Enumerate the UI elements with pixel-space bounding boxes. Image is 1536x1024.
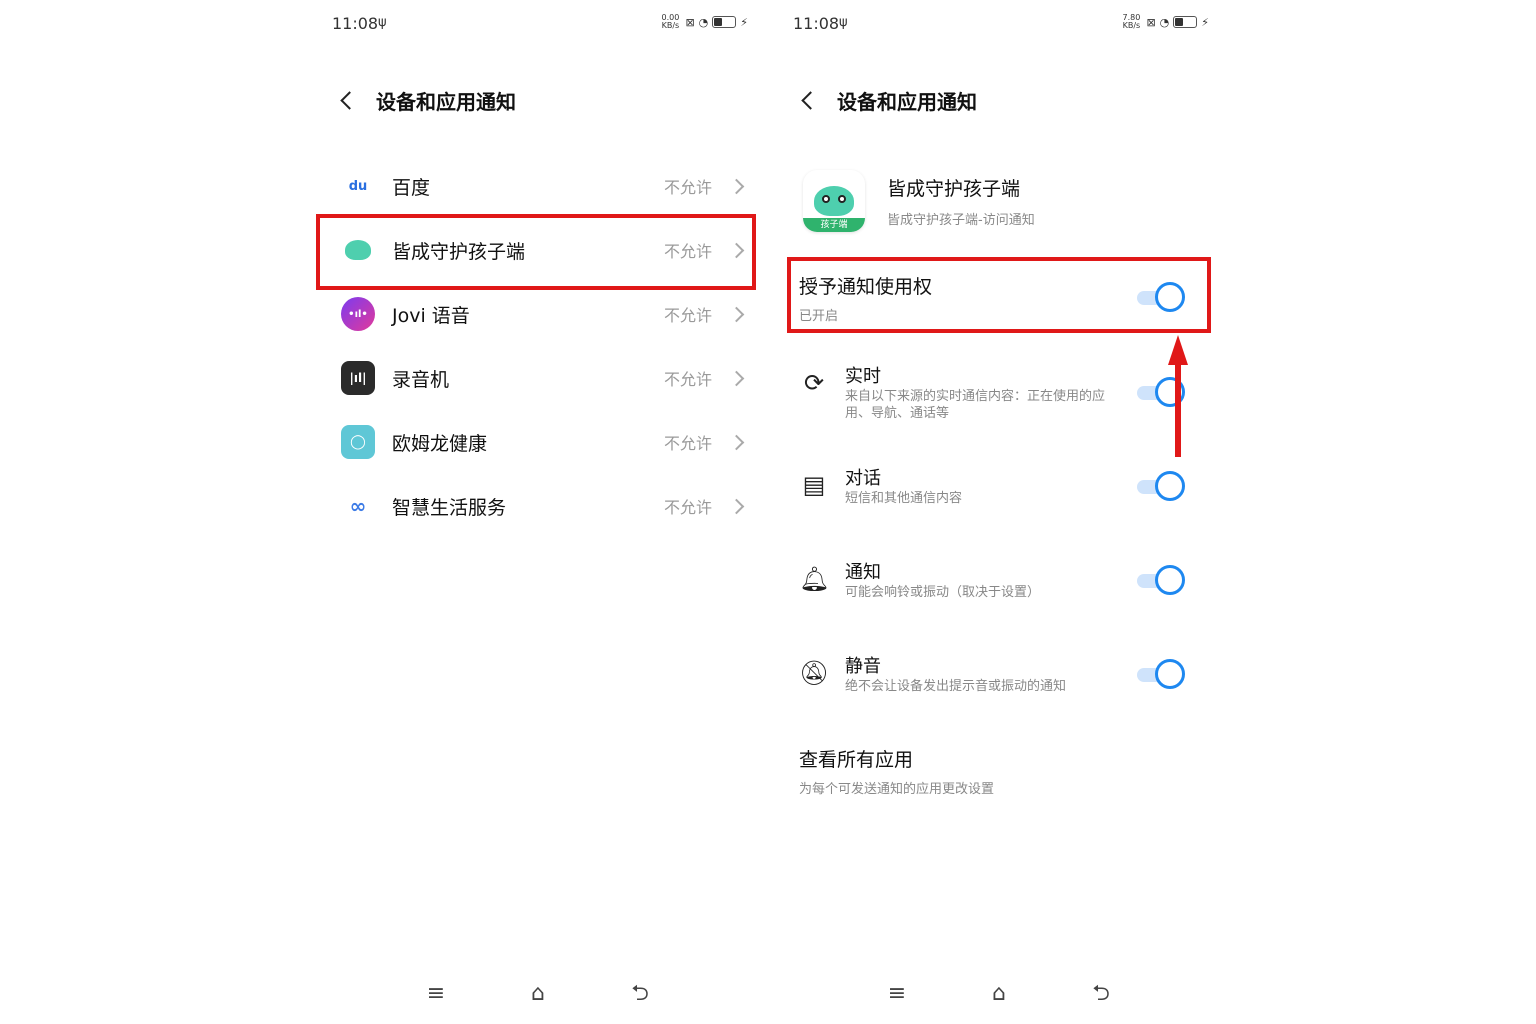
option-conversation: ▤ 对话 短信和其他通信内容 [799,464,1211,534]
child-guard-icon: 孩子端 [803,170,865,232]
app-row-jovi[interactable]: •ıl• Jovi 语音 不允许 [310,282,770,346]
back-nav-icon[interactable]: ⮌ [1087,980,1115,1008]
app-row-baidu[interactable]: du 百度 不允许 [310,154,770,218]
toggle-knob [1155,471,1185,501]
app-name: Jovi 语音 [392,304,470,327]
dino-mascot-icon [814,186,854,216]
battery-icon [712,16,737,28]
conversation-toggle[interactable] [1135,471,1185,501]
app-status: 不允许 [663,498,712,517]
option-notification: 🔔︎ 通知 可能会响铃或振动（取决于设置） [799,558,1211,628]
toggle-knob [1155,565,1185,595]
app-name: 皆成守护孩子端 [887,178,1021,200]
app-subtitle: 皆成守护孩子端-访问通知 [887,213,1035,228]
bell-off-icon: 🔕︎ [799,659,830,687]
option-title: 对话 [845,468,881,489]
chevron-right-icon [728,178,745,194]
network-speed-unit: KB/s [1122,21,1141,30]
option-subtitle: 短信和其他通信内容 [845,491,963,506]
chevron-right-icon [728,306,745,322]
usb-icon: ψ [839,15,848,30]
status-bar: 11:08 ψ 7.80 KB/s ⊠ ◔ ⚡ [793,14,1209,34]
app-status: 不允许 [663,178,712,197]
app-status: 不允许 [663,370,712,389]
network-speed: 7.80 KB/s [1120,14,1142,30]
app-row-smart-life[interactable]: ∞ 智慧生活服务 不允许 [310,474,770,538]
app-name: 欧姆龙健康 [392,432,488,455]
usb-icon: ψ [378,15,387,30]
red-arrow-up-icon [1168,335,1188,457]
page-title: 设备和应用通知 [376,89,516,114]
menu-icon[interactable]: ≡ [422,980,450,1008]
nfc-icon: ⊠ [1146,15,1156,29]
baidu-icon: du [341,169,375,203]
back-arrow-icon[interactable] [334,85,364,115]
app-icon-ribbon: 孩子端 [803,218,865,232]
left-screen: 11:08 ψ 0.00 KB/s ⊠ ◔ ⚡ 设备和应用通知 du 百度 不允… [310,0,770,1024]
charging-icon: ⚡ [740,15,748,29]
option-title: 实时 [845,366,881,387]
app-name: 百度 [392,176,431,199]
network-speed-unit: KB/s [661,21,680,30]
highlight-box-app-row [316,214,756,290]
all-apps-subtitle: 为每个可发送通知的应用更改设置 [799,782,995,797]
app-name: 智慧生活服务 [392,496,507,519]
app-info: 孩子端 皆成守护孩子端 皆成守护孩子端-访问通知 [803,170,1035,232]
charging-icon: ⚡ [1201,15,1209,29]
view-all-apps[interactable]: 查看所有应用 为每个可发送通知的应用更改设置 [799,745,994,797]
option-realtime: ⟳ 实时 来自以下来源的实时通信内容：正在使用的应用、导航、通话等 [799,362,1211,432]
jovi-voice-icon: •ıl• [341,297,375,331]
chat-icon: ▤ [802,471,826,499]
back-nav-icon[interactable]: ⮌ [626,980,654,1008]
option-title: 静音 [845,656,881,677]
app-list: du 百度 不允许 皆成守护孩子端 不允许 •ıl• Jovi 语音 不允许 |… [310,154,770,538]
option-subtitle: 可能会响铃或振动（取决于设置） [845,585,1041,600]
home-icon[interactable]: ⌂ [985,980,1013,1008]
chevron-right-icon [728,498,745,514]
omron-icon: ◯ [341,425,375,459]
app-name: 录音机 [392,368,450,391]
option-silent: 🔕︎ 静音 绝不会让设备发出提示音或振动的通知 [799,652,1211,722]
chevron-right-icon [728,434,745,450]
navigation-bar: ≡ ⌂ ⮌ [310,980,770,1008]
chevron-right-icon [728,370,745,386]
wifi-icon: ◔ [698,15,709,29]
sync-icon: ⟳ [803,369,825,397]
status-time: 11:08 [332,14,379,33]
network-speed: 0.00 KB/s [659,14,681,30]
right-screen: 11:08 ψ 7.80 KB/s ⊠ ◔ ⚡ 设备和应用通知 孩子端 皆成守护… [771,0,1231,1024]
notification-toggle[interactable] [1135,565,1185,595]
all-apps-title: 查看所有应用 [799,749,914,771]
status-time: 11:08 [793,14,840,33]
smart-life-icon: ∞ [341,489,375,523]
app-row-recorder[interactable]: |ıl| 录音机 不允许 [310,346,770,410]
back-arrow-icon[interactable] [795,85,825,115]
battery-icon [1173,16,1198,28]
highlight-box-grant-row [787,257,1211,333]
toggle-knob [1155,659,1185,689]
silent-toggle[interactable] [1135,659,1185,689]
navigation-bar: ≡ ⌂ ⮌ [771,980,1231,1008]
app-status: 不允许 [663,306,712,325]
home-icon[interactable]: ⌂ [524,980,552,1008]
bell-icon: 🔔︎ [799,565,830,593]
option-title: 通知 [845,562,881,583]
page-title: 设备和应用通知 [837,89,977,114]
app-row-omron[interactable]: ◯ 欧姆龙健康 不允许 [310,410,770,474]
page-header: 设备和应用通知 [334,82,516,118]
status-bar: 11:08 ψ 0.00 KB/s ⊠ ◔ ⚡ [332,14,748,34]
option-subtitle: 绝不会让设备发出提示音或振动的通知 [845,679,1067,694]
option-subtitle: 来自以下来源的实时通信内容：正在使用的应用、导航、通话等 [845,389,1106,421]
wifi-icon: ◔ [1159,15,1170,29]
page-header: 设备和应用通知 [795,82,977,118]
menu-icon[interactable]: ≡ [883,980,911,1008]
app-status: 不允许 [663,434,712,453]
recorder-icon: |ıl| [341,361,375,395]
nfc-icon: ⊠ [685,15,695,29]
